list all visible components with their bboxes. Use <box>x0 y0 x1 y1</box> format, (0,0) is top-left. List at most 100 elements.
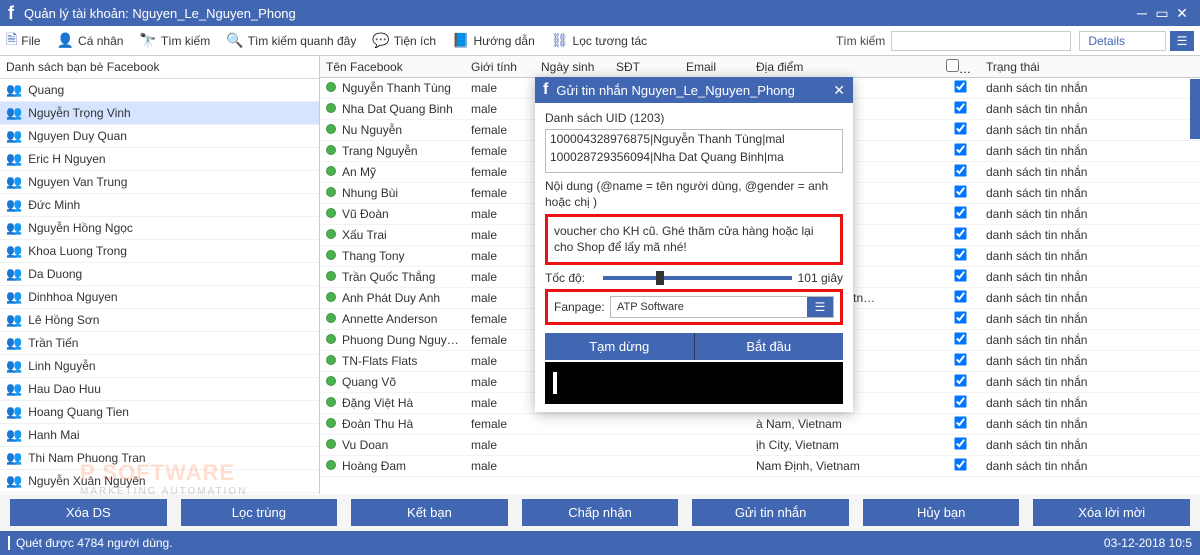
th-phone[interactable]: SĐT <box>610 60 680 74</box>
th-name[interactable]: Tên Facebook <box>320 60 465 74</box>
th-select[interactable]: Chọn <box>940 59 980 75</box>
row-checkbox[interactable] <box>954 374 966 386</box>
btn-cancel-invite[interactable]: Xóa lời mời <box>1033 499 1190 526</box>
sidebar-item[interactable]: 👥Khoa Luong Trong <box>0 240 319 263</box>
table-row[interactable]: Hoàng ĐammaleNam Định, Vietnamdanh sách … <box>320 456 1200 477</box>
person-icon: 👥 <box>6 174 22 190</box>
row-checkbox[interactable] <box>954 311 966 323</box>
sidebar-item[interactable]: 👥Trần Tiến <box>0 332 319 355</box>
menu-search-around[interactable]: 🔍Tìm kiếm quanh đây <box>226 32 356 49</box>
sidebar-item[interactable]: 👥Eric H Nguyen <box>0 148 319 171</box>
person-icon: 👥 <box>6 427 22 443</box>
speed-slider[interactable] <box>603 276 792 280</box>
friend-name: Linh Nguyễn <box>28 359 95 373</box>
sidebar-item[interactable]: 👥Nguyễn Hồng Ngọc <box>0 217 319 240</box>
details-dropdown[interactable]: Details <box>1079 31 1166 51</box>
row-checkbox[interactable] <box>954 290 966 302</box>
status-dot-icon <box>326 82 336 92</box>
row-checkbox[interactable] <box>954 269 966 281</box>
sidebar-item[interactable]: 👥Thi Nam Phuong Tran <box>0 447 319 470</box>
row-checkbox[interactable] <box>954 332 966 344</box>
pause-button[interactable]: Tạm dừng <box>545 333 694 360</box>
menu-util[interactable]: 💬Tiện ích <box>372 32 436 49</box>
friend-list[interactable]: 👥Quang👥Nguyễn Trọng Vinh👥Nguyen Duy Quan… <box>0 79 319 494</box>
sidebar-item[interactable]: 👥Nguyen Van Trung <box>0 171 319 194</box>
scrollbar-thumb[interactable] <box>1190 79 1200 139</box>
row-checkbox[interactable] <box>954 248 966 260</box>
row-checkbox[interactable] <box>954 185 966 197</box>
sidebar-item[interactable]: 👥Trang Nguyen <box>0 493 319 494</box>
btn-dedupe[interactable]: Lọc trùng <box>181 499 338 526</box>
start-button[interactable]: Bắt đầu <box>694 333 844 360</box>
uid-row[interactable]: 100004328976875|Nguyễn Thanh Tùng|mal <box>546 130 842 148</box>
person-icon: 👥 <box>6 243 22 259</box>
menu-file[interactable]: 🗎File <box>6 29 41 53</box>
status-dot-icon <box>326 334 336 344</box>
fanpage-menu-icon[interactable]: ☰ <box>807 297 833 317</box>
th-status[interactable]: Trạng thái <box>980 60 1110 74</box>
sidebar-item[interactable]: 👥Nguyễn Xuân Nguyên <box>0 470 319 493</box>
row-checkbox[interactable] <box>954 101 966 113</box>
menu-filter[interactable]: ⛓Lọc tương tác <box>551 32 647 49</box>
status-dot-icon <box>326 439 336 449</box>
th-email[interactable]: Email <box>680 60 750 74</box>
sidebar-item[interactable]: 👥Hanh Mai <box>0 424 319 447</box>
sidebar-item[interactable]: 👥Da Duong <box>0 263 319 286</box>
select-all-checkbox[interactable] <box>946 59 959 72</box>
friend-name: Da Duong <box>28 267 82 281</box>
filter-icon: ⛓ <box>551 32 569 49</box>
uid-list[interactable]: 100004328976875|Nguyễn Thanh Tùng|mal100… <box>545 129 843 173</box>
btn-accept[interactable]: Chấp nhận <box>522 499 679 526</box>
person-icon: 👥 <box>6 105 22 121</box>
uid-row[interactable]: 100028729356094|Nha Dat Quang Binh|ma <box>546 148 842 166</box>
row-checkbox[interactable] <box>954 206 966 218</box>
row-checkbox[interactable] <box>954 353 966 365</box>
menu-search[interactable]: 🔭Tìm kiếm <box>139 32 210 49</box>
btn-send-msg[interactable]: Gửi tin nhắn <box>692 499 849 526</box>
th-location[interactable]: Địa điểm <box>750 60 940 74</box>
search-label: Tìm kiếm <box>836 34 885 48</box>
slider-knob[interactable] <box>656 271 664 285</box>
menu-personal[interactable]: 👤Cá nhân <box>57 32 124 49</box>
message-textarea[interactable]: voucher cho KH cũ. Ghé thăm cửa hàng hoặ… <box>545 214 843 264</box>
sidebar-item[interactable]: 👥Linh Nguyễn <box>0 355 319 378</box>
dialog-title-bar[interactable]: f Gửi tin nhắn Nguyen_Le_Nguyen_Phong ✕ <box>535 77 853 103</box>
btn-add-friend[interactable]: Kết bạn <box>351 499 508 526</box>
sidebar-item[interactable]: 👥Lê Hồng Sơn <box>0 309 319 332</box>
facebook-logo-icon: f <box>543 81 548 99</box>
friend-name: Hoang Quang Tien <box>28 405 129 419</box>
row-checkbox[interactable] <box>954 80 966 92</box>
sidebar-item[interactable]: 👥Dinhhoa Nguyen <box>0 286 319 309</box>
table-row[interactable]: Đoàn Thu Hàfemaleà Nam, Vietnamdanh sách… <box>320 414 1200 435</box>
row-checkbox[interactable] <box>954 437 966 449</box>
th-birthday[interactable]: Ngày sinh <box>535 60 610 74</box>
sidebar-item[interactable]: 👥Hau Dao Huu <box>0 378 319 401</box>
sidebar-item[interactable]: 👥Nguyen Duy Quan <box>0 125 319 148</box>
view-menu-icon[interactable]: ☰ <box>1170 31 1194 51</box>
table-row[interactable]: Vu Doanmaleịh City, Vietnamdanh sách tin… <box>320 435 1200 456</box>
fanpage-picker[interactable]: ATP Software ☰ <box>610 296 834 318</box>
row-checkbox[interactable] <box>954 395 966 407</box>
sidebar-item[interactable]: 👥Đức Minh <box>0 194 319 217</box>
btn-clear-list[interactable]: Xóa DS <box>10 499 167 526</box>
sidebar-item[interactable]: 👥Quang <box>0 79 319 102</box>
sidebar-item[interactable]: 👥Nguyễn Trọng Vinh <box>0 102 319 125</box>
row-checkbox[interactable] <box>954 227 966 239</box>
th-sex[interactable]: Giới tính <box>465 60 535 74</box>
sidebar-item[interactable]: 👥Hoang Quang Tien <box>0 401 319 424</box>
row-checkbox[interactable] <box>954 458 966 470</box>
btn-unfriend[interactable]: Hủy bạn <box>863 499 1020 526</box>
maximize-button[interactable]: ▭ <box>1152 5 1172 22</box>
menu-guide[interactable]: 📘Hướng dẫn <box>452 32 535 49</box>
row-checkbox[interactable] <box>954 416 966 428</box>
person-icon: 👥 <box>6 450 22 466</box>
row-checkbox[interactable] <box>954 143 966 155</box>
close-button[interactable]: ✕ <box>1172 5 1192 22</box>
row-checkbox[interactable] <box>954 164 966 176</box>
search-input[interactable] <box>891 31 1071 51</box>
dialog-close-icon[interactable]: ✕ <box>833 82 845 99</box>
minimize-button[interactable]: ─ <box>1132 5 1152 21</box>
status-dot-icon <box>326 103 336 113</box>
row-checkbox[interactable] <box>954 122 966 134</box>
friend-name: Nguyen Duy Quan <box>28 129 127 143</box>
